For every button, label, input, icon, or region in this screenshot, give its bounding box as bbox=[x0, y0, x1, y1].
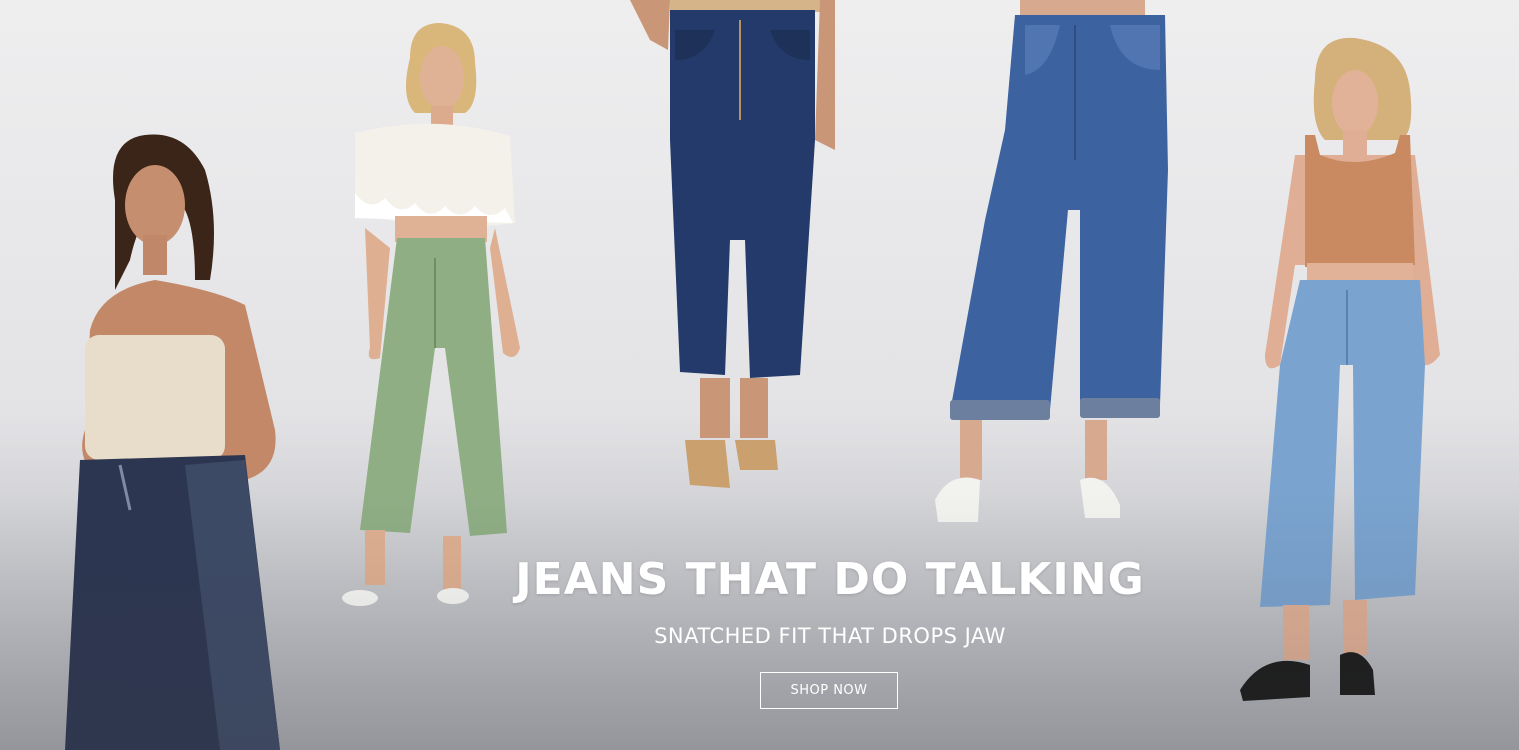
hero-banner[interactable]: JEANS THAT DO TALKING SNATCHED FIT THAT … bbox=[0, 0, 1519, 750]
shop-now-button[interactable]: SHOP NOW bbox=[760, 672, 898, 709]
medium-wash-cuffed-bootcut-jeans bbox=[930, 0, 1180, 530]
dark-wash-cropped-wide-jeans bbox=[630, 0, 840, 490]
model-eyelet-top-green-jeans bbox=[335, 18, 525, 618]
hero-subheadline: SNATCHED FIT THAT DROPS JAW bbox=[654, 624, 1006, 648]
hero-copy: JEANS THAT DO TALKING SNATCHED FIT THAT … bbox=[460, 550, 1200, 709]
model-tank-light-wash-wide-jeans bbox=[1235, 35, 1445, 710]
model-white-bandeau-dark-wide-jeans bbox=[45, 130, 290, 750]
hero-headline: JEANS THAT DO TALKING bbox=[515, 554, 1145, 605]
